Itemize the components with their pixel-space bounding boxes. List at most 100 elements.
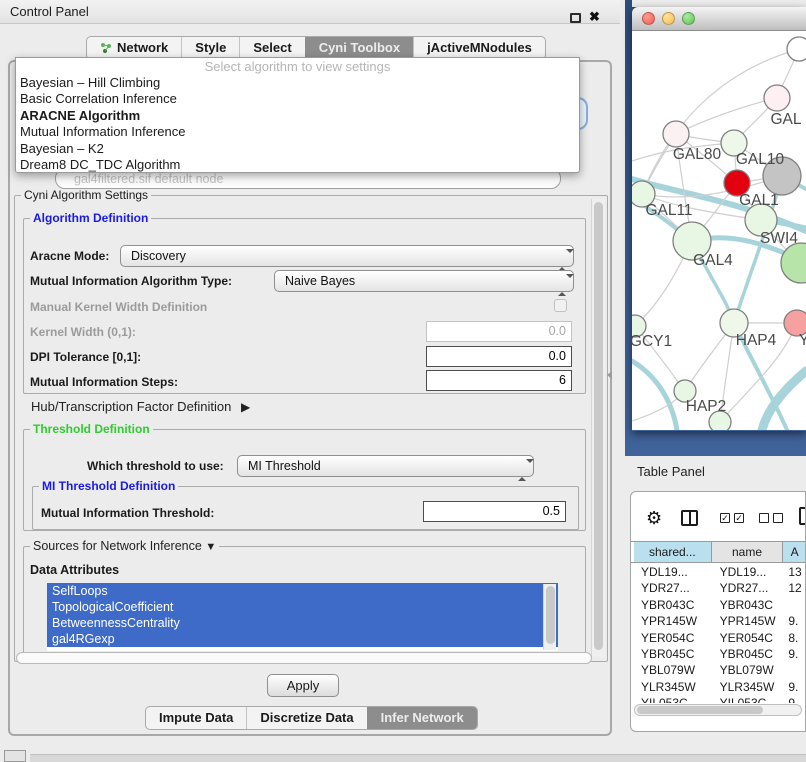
table-row[interactable]: YPR145WYPR145W9. (631, 613, 806, 629)
table-cell (783, 662, 806, 678)
gear-icon[interactable]: ⚙ (646, 509, 662, 527)
tab-discretize-data[interactable]: Discretize Data (246, 707, 366, 729)
control-panel-title: Control Panel (10, 4, 89, 19)
tab-impute-data[interactable]: Impute Data (146, 707, 246, 729)
threshold-definition-title: Threshold Definition (30, 422, 153, 436)
algorithm-option[interactable]: ARACNE Algorithm (16, 108, 579, 124)
network-window[interactable]: GALGAL80GAL10GAL1GAL11SWI4GAL4HAP4YGCY1H… (632, 7, 806, 431)
sources-toggle[interactable]: Sources for Network Inference ▼ (30, 539, 219, 553)
panel-resize-arrow-icon[interactable] (607, 371, 612, 379)
tab-cyni-toolbox[interactable]: Cyni Toolbox (305, 37, 413, 59)
mi-steps-field[interactable]: 6 (426, 370, 572, 391)
bottom-scrollbar[interactable] (30, 754, 806, 762)
algorithm-option[interactable]: Bayesian – Hill Climbing (16, 75, 579, 91)
network-node-gal[interactable] (764, 85, 790, 111)
table-column-header[interactable]: shared... (634, 542, 712, 562)
table-row[interactable]: YBR045CYBR045C9. (631, 646, 806, 662)
table-panel-title: Table Panel (637, 464, 705, 479)
manual-kernel-checkbox[interactable] (554, 299, 567, 312)
algorithm-dropdown-popup: Select algorithm to view settings Bayesi… (15, 57, 580, 173)
table-row[interactable]: YDR27...YDR27...12 (631, 580, 806, 596)
apply-button[interactable]: Apply (267, 674, 339, 697)
checked-checkbox-icon[interactable]: ✓ (734, 513, 744, 523)
tab-network[interactable]: Network (87, 37, 181, 59)
table-horizontal-scrollbar[interactable] (634, 704, 802, 716)
mi-steps-label: Mutual Information Steps: (30, 375, 178, 389)
table-row[interactable]: YDL19...YDL19...13 (631, 564, 806, 580)
close-icon[interactable]: ✖ (589, 9, 600, 25)
table-cell: YBL079W (634, 662, 712, 678)
aracne-mode-combo[interactable]: Discovery (120, 245, 574, 267)
network-node-label: HAP2 (686, 398, 727, 415)
float-window-icon[interactable] (570, 13, 581, 23)
algorithm-option[interactable]: Bayesian – K2 (16, 141, 579, 157)
attributes-list-scrollbar[interactable] (543, 584, 556, 650)
bottom-left-widget[interactable] (4, 750, 26, 762)
mi-threshold-field[interactable]: 0.5 (423, 501, 566, 522)
dpi-tolerance-field[interactable]: 0.0 (426, 346, 572, 367)
algorithm-definition-title: Algorithm Definition (30, 211, 151, 225)
unchecked-checkbox-icon[interactable] (773, 513, 783, 523)
settings-vertical-scrollbar[interactable] (591, 199, 605, 657)
table-cell: YER054C (712, 630, 784, 646)
data-attribute-item[interactable]: BetweennessCentrality (47, 615, 558, 631)
network-node-label: GAL1 (739, 192, 779, 209)
dpi-tolerance-label: DPI Tolerance [0,1]: (30, 350, 141, 364)
data-attribute-item[interactable]: SelfLoops (47, 583, 558, 599)
table-cell: YIL053C (712, 695, 784, 703)
cyni-algorithm-settings-group: Cyni Algorithm Settings Algorithm Defini… (14, 195, 608, 662)
tab-infer-network[interactable]: Infer Network (367, 707, 477, 729)
algorithm-dropdown-placeholder: Select algorithm to view settings (16, 58, 579, 75)
network-node[interactable] (787, 37, 806, 61)
document-icon[interactable] (799, 507, 806, 525)
data-attribute-item[interactable]: TopologicalCoefficient (47, 599, 558, 615)
scrollbar-thumb[interactable] (546, 586, 555, 644)
hub-definition-toggle[interactable]: Hub/Transcription Factor Definition ▶ (31, 399, 250, 414)
mi-threshold-definition-group: MI Threshold Definition Mutual Informati… (32, 486, 579, 530)
network-canvas[interactable]: GALGAL80GAL10GAL1GAL11SWI4GAL4HAP4YGCY1H… (632, 31, 806, 430)
mi-type-value: Naive Bayes (285, 274, 355, 288)
table-cell: 9. (783, 613, 806, 629)
table-cell: YDR27... (634, 580, 712, 596)
chevron-down-icon: ▼ (205, 541, 216, 553)
which-threshold-combo[interactable]: MI Threshold (237, 455, 534, 477)
network-node-gal80[interactable] (663, 121, 689, 147)
zoom-traffic-light[interactable] (682, 12, 695, 25)
data-attribute-item[interactable]: gal4RGexp (47, 631, 558, 647)
columns-icon[interactable] (681, 510, 698, 526)
table-cell: 9. (783, 695, 806, 703)
table-row[interactable]: YLR345WYLR345W9. (631, 679, 806, 695)
algorithm-option[interactable]: Mutual Information Inference (16, 124, 579, 140)
combo-arrows-icon (558, 275, 566, 295)
algorithm-definition-group: Algorithm Definition Aracne Mode: Discov… (23, 218, 586, 394)
unchecked-checkbox-icon[interactable] (759, 513, 769, 523)
table-cell: 9. (783, 646, 806, 662)
mi-type-combo[interactable]: Naive Bayes (274, 270, 574, 292)
network-node[interactable] (781, 243, 806, 283)
scrollbar-thumb[interactable] (637, 706, 763, 714)
network-window-titlebar[interactable] (632, 7, 806, 31)
table-row[interactable]: YBL079WYBL079W (631, 662, 806, 678)
algorithm-option[interactable]: Dream8 DC_TDC Algorithm (16, 157, 579, 173)
table-row[interactable]: YER054CYER054C8. (631, 630, 806, 646)
table-column-header[interactable]: name (712, 542, 784, 562)
kernel-width-label: Kernel Width (0,1): (30, 325, 136, 339)
table-row[interactable]: YBR043CYBR043C (631, 597, 806, 613)
tab-style[interactable]: Style (181, 37, 239, 59)
tab-jactivemnodules[interactable]: jActiveMNodules (413, 37, 545, 59)
table-body: YDL19...YDL19...13YDR27...YDR27...12YBR0… (631, 564, 806, 703)
table-cell: YDR27... (712, 580, 784, 596)
settings-horizontal-scrollbar[interactable] (16, 652, 592, 664)
tab-select[interactable]: Select (239, 37, 304, 59)
table-column-header[interactable]: A (783, 542, 806, 562)
kernel-width-field[interactable]: 0.0 (426, 321, 572, 342)
minimize-traffic-light[interactable] (662, 12, 675, 25)
checked-checkbox-icon[interactable]: ✓ (720, 513, 730, 523)
algorithm-option[interactable]: Basic Correlation Inference (16, 91, 579, 107)
cyni-bottom-tabbar: Impute Data Discretize Data Infer Networ… (145, 706, 478, 730)
chevron-right-icon: ▶ (241, 400, 250, 414)
scrollbar-thumb[interactable] (594, 202, 603, 650)
close-traffic-light[interactable] (642, 12, 655, 25)
network-node-label: GAL80 (673, 146, 722, 163)
table-row[interactable]: YIL053CYIL053C9. (631, 695, 806, 703)
